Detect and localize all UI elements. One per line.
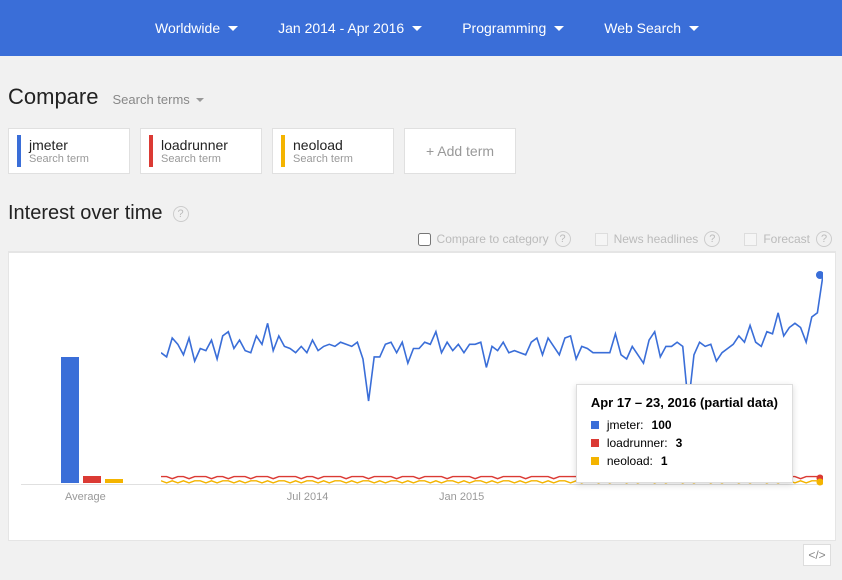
help-icon[interactable]: ?: [173, 206, 189, 222]
filter-timerange[interactable]: Jan 2014 - Apr 2016: [278, 20, 422, 36]
compare-title: Compare: [8, 84, 98, 110]
axis-label-average: Average: [65, 491, 106, 503]
tooltip-row: jmeter: 100: [591, 418, 778, 432]
term-name: neoload: [293, 137, 353, 153]
tooltip-label: neoload:: [607, 454, 653, 468]
opt-compare-category[interactable]: Compare to category ?: [418, 231, 571, 247]
embed-button[interactable]: </>: [803, 544, 831, 566]
term-stripe: [17, 135, 21, 167]
term-card-jmeter[interactable]: jmeterSearch term: [8, 128, 130, 174]
chart-box: Average Jul 2014 Jan 2015 Apr 17 – 23, 2…: [8, 251, 836, 541]
series-endpoint-marker: [816, 271, 823, 279]
term-card-loadrunner[interactable]: loadrunnerSearch term: [140, 128, 262, 174]
term-sub: Search term: [293, 153, 353, 165]
tooltip-row: loadrunner: 3: [591, 436, 778, 450]
tooltip-label: loadrunner:: [607, 436, 668, 450]
tooltip-row: neoload: 1: [591, 454, 778, 468]
term-sub: Search term: [161, 153, 228, 165]
axis-tick: Jul 2014: [287, 491, 329, 503]
avg-bar-neoload: [105, 479, 123, 483]
chart-title: Interest over time: [8, 202, 163, 225]
term-stripe: [281, 135, 285, 167]
legend-swatch: [591, 439, 599, 447]
term-name: loadrunner: [161, 137, 228, 153]
tooltip-value: 3: [676, 436, 683, 450]
filter-category[interactable]: Programming: [462, 20, 564, 36]
checkbox-disabled: [595, 233, 608, 246]
line-chart-area[interactable]: Jul 2014 Jan 2015 Apr 17 – 23, 2016 (par…: [161, 265, 823, 505]
average-bar-area: Average: [21, 265, 161, 505]
filter-searchtype[interactable]: Web Search: [604, 20, 699, 36]
caret-down-icon: [228, 26, 238, 31]
checkbox-disabled: [744, 233, 757, 246]
caret-down-icon: [196, 98, 204, 102]
caret-down-icon: [412, 26, 422, 31]
term-row: jmeterSearch term loadrunnerSearch term …: [8, 128, 834, 174]
legend-swatch: [591, 457, 599, 465]
tooltip-value: 1: [661, 454, 668, 468]
term-sub: Search term: [29, 153, 89, 165]
term-name: jmeter: [29, 137, 89, 153]
compare-type-dropdown[interactable]: Search terms: [112, 92, 203, 107]
chart-options: Compare to category ? News headlines ? F…: [8, 231, 842, 247]
add-term-button[interactable]: + Add term: [404, 128, 516, 174]
axis-tick: Jan 2015: [439, 491, 484, 503]
filter-region[interactable]: Worldwide: [155, 20, 238, 36]
tooltip-title: Apr 17 – 23, 2016 (partial data): [591, 395, 778, 410]
help-icon[interactable]: ?: [704, 231, 720, 247]
caret-down-icon: [689, 26, 699, 31]
help-icon[interactable]: ?: [555, 231, 571, 247]
caret-down-icon: [554, 26, 564, 31]
chart-section: Interest over time ? Compare to category…: [0, 184, 842, 541]
avg-bar-jmeter: [61, 357, 79, 483]
checkbox[interactable]: [418, 233, 431, 246]
opt-news-headlines: News headlines ?: [595, 231, 721, 247]
tooltip-label: jmeter:: [607, 418, 644, 432]
legend-swatch: [591, 421, 599, 429]
chart-tooltip: Apr 17 – 23, 2016 (partial data) jmeter:…: [576, 384, 793, 483]
term-card-neoload[interactable]: neoloadSearch term: [272, 128, 394, 174]
term-stripe: [149, 135, 153, 167]
top-filter-bar: Worldwide Jan 2014 - Apr 2016 Programmin…: [0, 0, 842, 56]
opt-forecast: Forecast ?: [744, 231, 832, 247]
tooltip-value: 100: [652, 418, 672, 432]
compare-section: Compare Search terms jmeterSearch term l…: [0, 56, 842, 184]
help-icon[interactable]: ?: [816, 231, 832, 247]
avg-bar-loadrunner: [83, 476, 101, 483]
